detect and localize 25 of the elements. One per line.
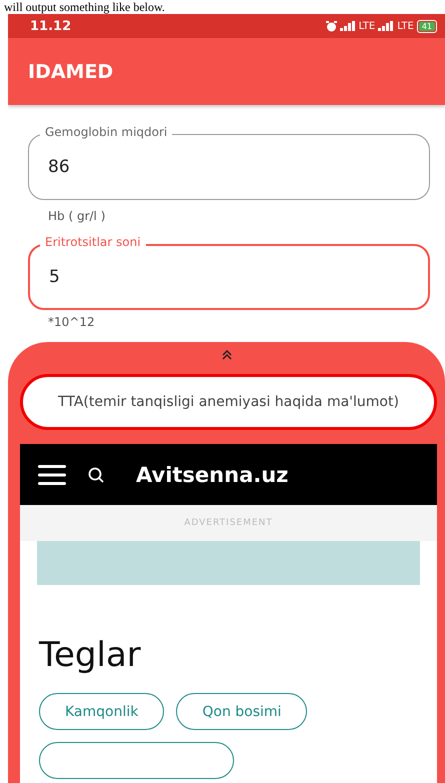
field-label: Gemoglobin miqdori [40, 125, 172, 139]
battery-icon: 41 [416, 20, 437, 32]
tag-chip[interactable] [39, 742, 234, 779]
caption-text: will output something like below. [4, 0, 165, 14]
field-value: 5 [49, 267, 60, 287]
network-label: LTE [358, 20, 376, 32]
signal-icon [378, 21, 394, 31]
helper-text: *10^12 [48, 315, 95, 329]
field-value: 86 [48, 157, 70, 177]
app-title: IDAMED [28, 60, 114, 82]
network-label: LTE [397, 20, 414, 32]
section-heading: Teglar [39, 635, 142, 675]
menu-icon[interactable] [38, 464, 66, 484]
signal-icon [340, 21, 356, 31]
alarm-icon [326, 20, 337, 32]
tag-chip[interactable]: Kamqonlik [39, 693, 164, 730]
ad-label: ADVERTISEMENT [184, 518, 273, 528]
chevron-up-icon[interactable] [222, 350, 232, 360]
tag-chip[interactable]: Qon bosimi [176, 693, 308, 730]
search-icon[interactable] [88, 466, 104, 482]
site-title: Avitsenna.uz [136, 462, 288, 486]
field-label: Eritrotsitlar soni [40, 235, 146, 249]
search-field[interactable]: TTA(temir tanqisligi anemiyasi haqida ma'lumot) [20, 374, 437, 430]
helper-text: Hb ( gr/l ) [48, 209, 106, 223]
status-time: 11.12 [30, 18, 72, 34]
